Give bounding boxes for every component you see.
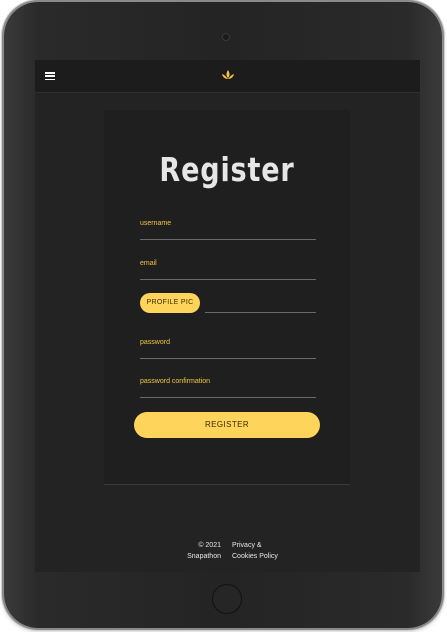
password-confirmation-label: password confirmation (140, 378, 211, 385)
password-underline (140, 358, 316, 359)
copyright-line-1: © 2021 (198, 542, 221, 549)
register-button[interactable]: REGISTER (134, 412, 320, 438)
register-card: Register username email PROFILE PIC pass… (104, 110, 350, 485)
hamburger-menu-icon[interactable] (45, 72, 55, 81)
lotus-logo-icon[interactable] (220, 67, 236, 83)
password-label: password (140, 339, 170, 346)
password-confirmation-field[interactable]: password confirmation (140, 378, 316, 398)
profile-pic-filename-underline (205, 312, 316, 313)
password-confirmation-underline (140, 397, 316, 398)
email-underline (140, 279, 316, 280)
home-button[interactable] (212, 584, 242, 614)
privacy-cookies-policy-link[interactable]: Privacy & Cookies Policy (232, 540, 302, 562)
email-field[interactable]: email (140, 260, 316, 280)
copyright-text: © 2021 Snapathon (183, 540, 221, 562)
profile-pic-button[interactable]: PROFILE PIC (140, 293, 200, 313)
password-field[interactable]: password (140, 339, 316, 359)
username-field[interactable]: username (140, 220, 316, 240)
policy-line-1: Privacy & (232, 542, 262, 549)
email-label: email (140, 260, 157, 267)
username-label: username (140, 220, 172, 227)
top-navbar (35, 60, 420, 93)
camera-icon (223, 34, 229, 40)
app-screen: Register username email PROFILE PIC pass… (35, 60, 420, 572)
tablet-frame: Register username email PROFILE PIC pass… (4, 2, 442, 628)
page-title: Register (159, 150, 295, 189)
copyright-line-2: Snapathon (187, 553, 221, 560)
username-underline (140, 239, 316, 240)
profile-pic-row: PROFILE PIC (140, 293, 316, 315)
policy-line-2: Cookies Policy (232, 553, 278, 560)
